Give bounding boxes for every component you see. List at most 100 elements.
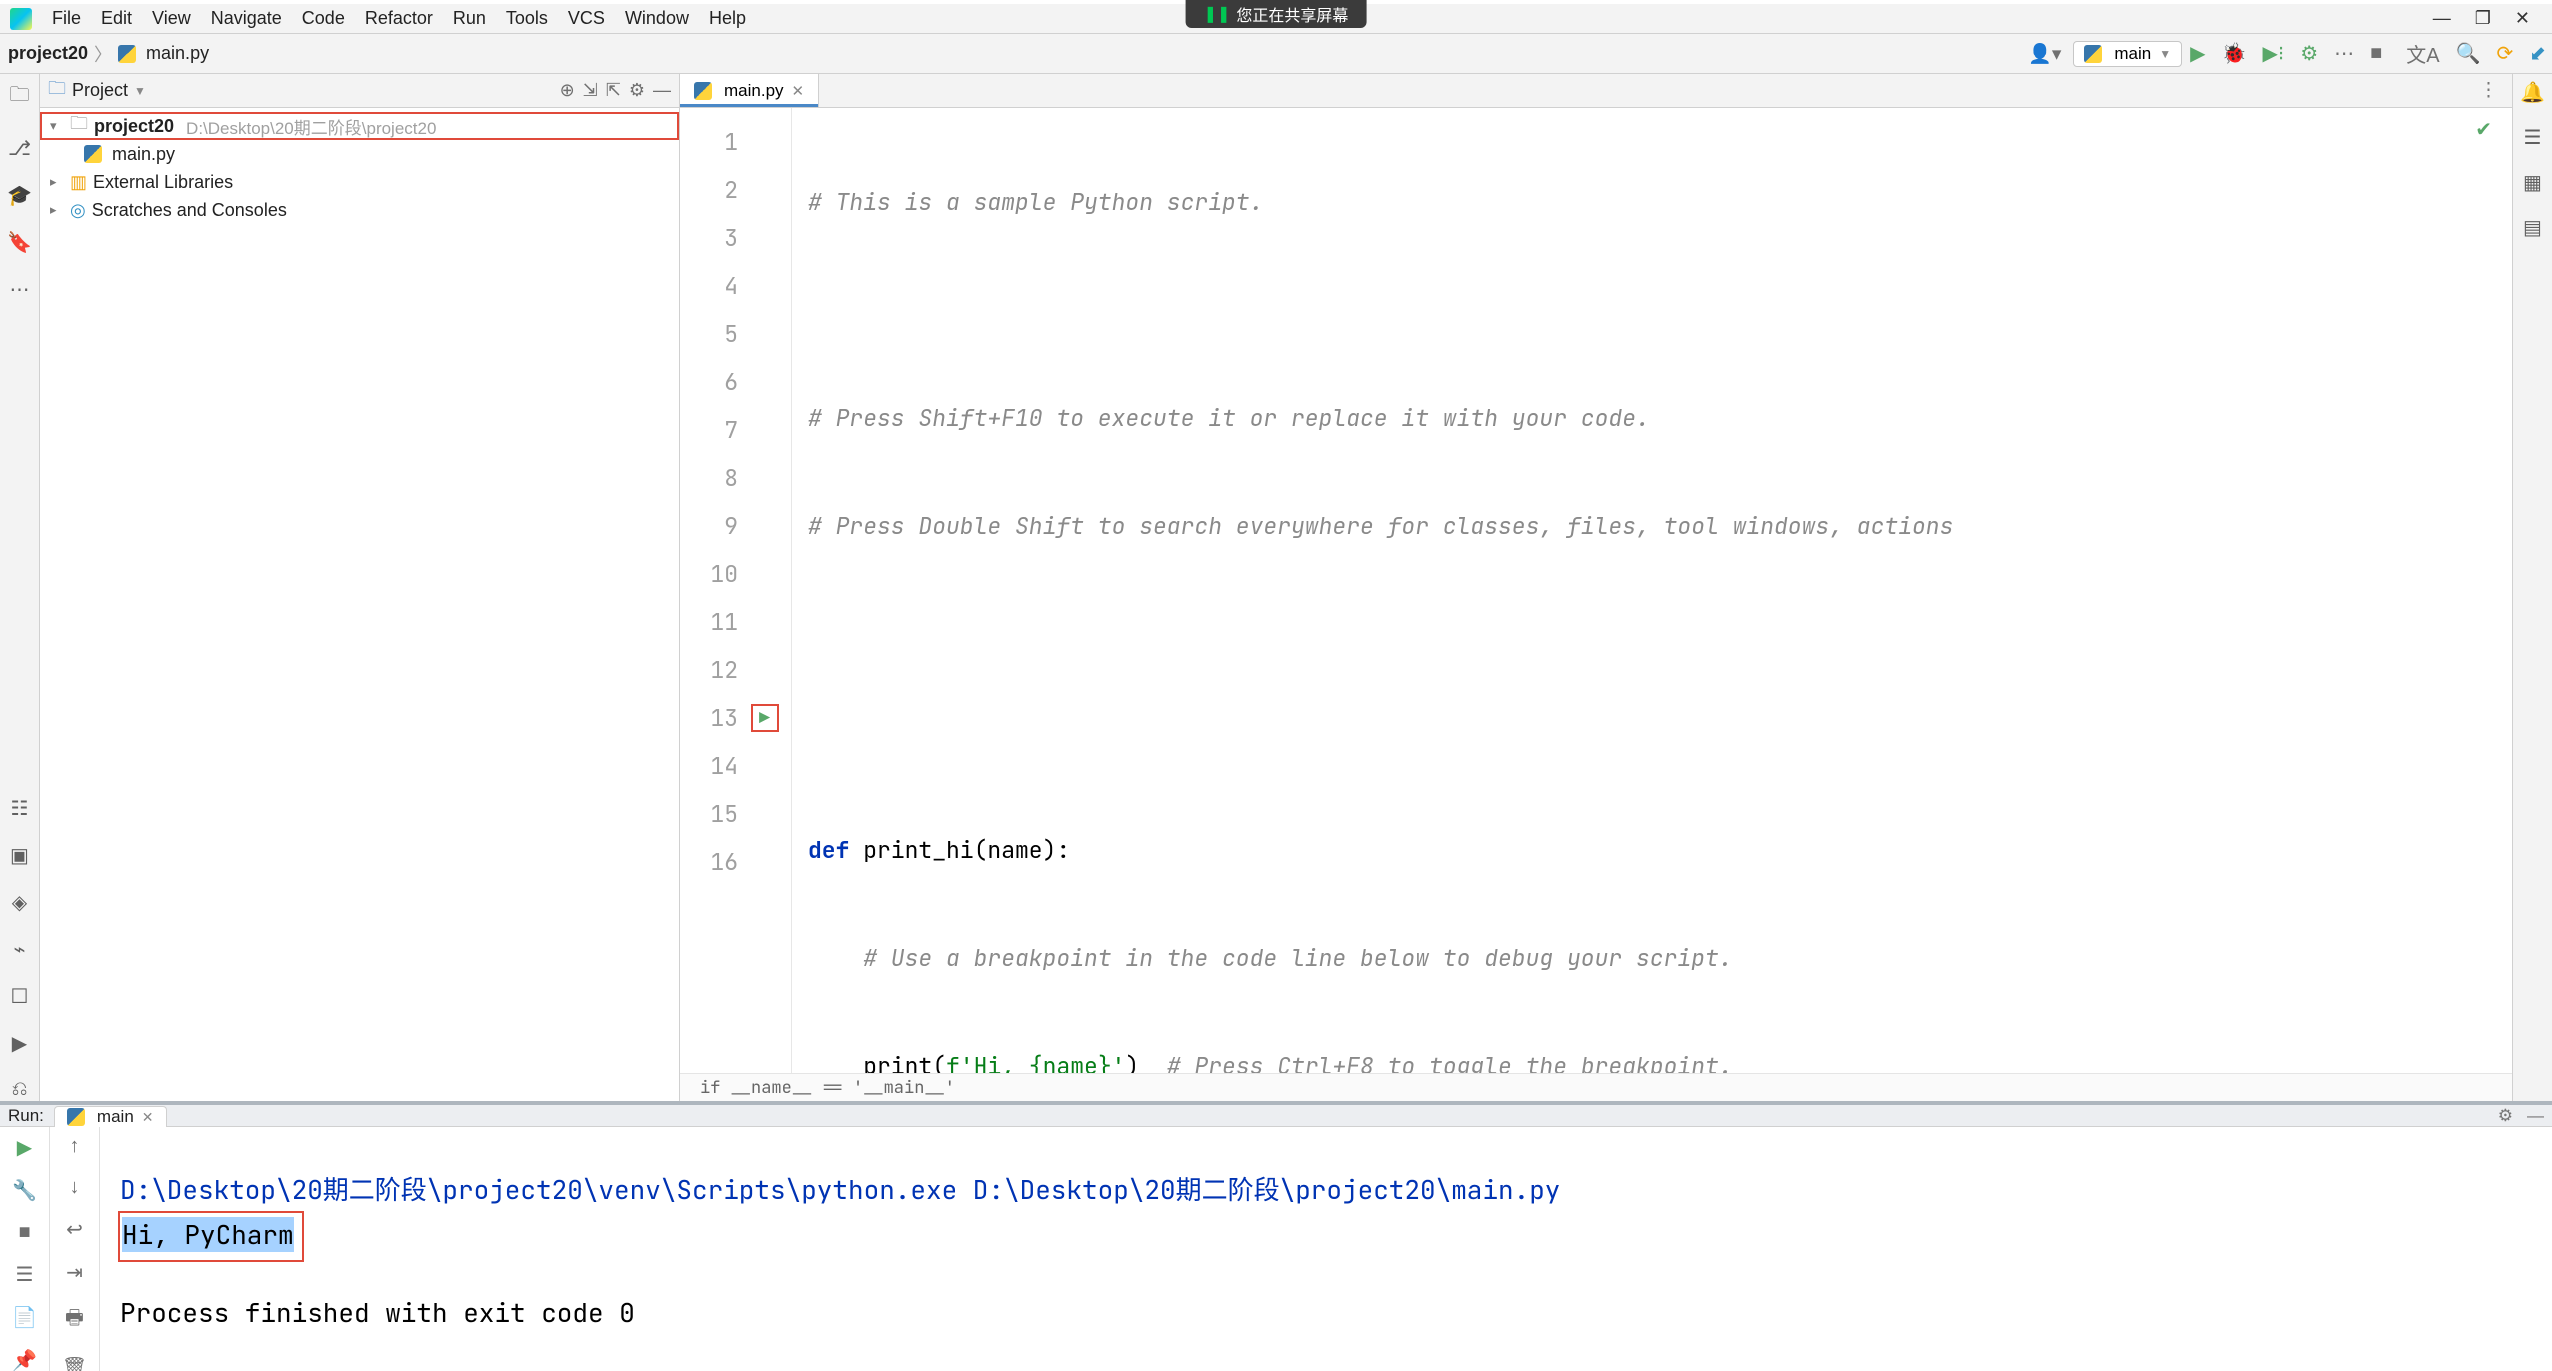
menu-navigate[interactable]: Navigate <box>201 5 292 32</box>
run-stripe-icon[interactable]: ▶ <box>12 1031 27 1056</box>
run-tab-main[interactable]: main ✕ <box>54 1106 167 1127</box>
close-run-tab-icon[interactable]: ✕ <box>142 1109 154 1126</box>
breadcrumb[interactable]: project20 〉 main.py <box>6 41 209 67</box>
coverage-icon[interactable]: ▶⁝ <box>2262 41 2284 66</box>
services-stripe-icon[interactable]: ◈ <box>12 890 27 915</box>
profile-icon[interactable]: ⚙︎ <box>2300 41 2318 66</box>
line-number[interactable]: 6 <box>680 358 748 406</box>
print-icon[interactable]: 🖶 <box>65 1303 84 1337</box>
translate-icon[interactable]: 文A <box>2406 39 2439 68</box>
expand-all-icon[interactable]: ⇲ <box>583 80 598 101</box>
python-console-stripe-icon[interactable]: ⌁ <box>13 937 25 962</box>
tab-more-icon[interactable]: ⋮ <box>2465 74 2512 107</box>
line-number-gutter[interactable]: 1 2 3 4 5 6 7 8 9 10 11 12 13 14 15 16 <box>680 108 748 1073</box>
line-number[interactable]: 13 <box>680 694 748 742</box>
clear-icon[interactable]: 🗑 <box>62 1355 87 1371</box>
menu-code[interactable]: Code <box>292 5 355 32</box>
line-number[interactable]: 7 <box>680 406 748 454</box>
commit-stripe-icon[interactable]: ⎇ <box>8 136 31 161</box>
line-number[interactable]: 4 <box>680 262 748 310</box>
maximize-button[interactable]: ❐ <box>2475 8 2491 29</box>
project-file-row[interactable]: main.py <box>40 140 679 168</box>
run-settings-icon[interactable]: ⚙ <box>2498 1106 2513 1126</box>
no-problems-icon[interactable]: ✔ <box>2475 116 2492 142</box>
scroll-down-icon[interactable]: ↓ <box>70 1176 80 1199</box>
line-number[interactable]: 8 <box>680 454 748 502</box>
menu-vcs[interactable]: VCS <box>558 5 615 32</box>
run-line-icon[interactable]: ▶ <box>751 704 779 732</box>
line-number[interactable]: 5 <box>680 310 748 358</box>
menu-window[interactable]: Window <box>615 5 699 32</box>
structure-stripe-icon[interactable]: 🎓 <box>7 183 32 208</box>
run-gutter[interactable]: ▶ <box>748 108 792 1073</box>
line-number[interactable]: 16 <box>680 838 748 886</box>
bookmarks-stripe-icon[interactable]: 🔖 <box>7 230 32 255</box>
search-icon[interactable]: 🔍 <box>2456 41 2481 66</box>
menu-run[interactable]: Run <box>443 5 496 32</box>
sync-icon[interactable]: ⟳ <box>2496 41 2513 66</box>
database-stripe-icon[interactable]: ☰ <box>2524 125 2542 150</box>
menu-refactor[interactable]: Refactor <box>355 5 443 32</box>
select-opened-file-icon[interactable]: ⊕ <box>560 80 575 101</box>
project-tree[interactable]: ▾ 🗀 project20 D:\Desktop\20期二阶段\project2… <box>40 108 679 228</box>
dump-icon[interactable]: 📄 <box>12 1305 37 1330</box>
run-config-selector[interactable]: main ▼ <box>2073 41 2182 67</box>
line-number[interactable]: 3 <box>680 214 748 262</box>
menu-view[interactable]: View <box>142 5 201 32</box>
project-tool-title[interactable]: 🗀 Project ▼ <box>48 76 146 106</box>
ai-stripe-icon[interactable]: ▤ <box>2523 215 2542 240</box>
collapse-all-icon[interactable]: ⇱ <box>606 80 621 101</box>
expand-icon[interactable]: ▸ <box>50 202 64 218</box>
pin-icon[interactable]: 📌 <box>12 1348 37 1371</box>
run-icon[interactable]: ▶ <box>2190 41 2205 66</box>
breadcrumb-project[interactable]: project20 <box>8 43 88 64</box>
more-stripe-icon[interactable]: ⋯ <box>10 277 30 302</box>
breadcrumb-file[interactable]: main.py <box>146 43 209 64</box>
line-number[interactable]: 9 <box>680 502 748 550</box>
soft-wrap-icon[interactable]: ↩ <box>66 1217 83 1242</box>
project-root-row[interactable]: ▾ 🗀 project20 D:\Desktop\20期二阶段\project2… <box>40 112 679 140</box>
hide-run-icon[interactable]: — <box>2527 1106 2544 1126</box>
scratches-row[interactable]: ▸ ◎ Scratches and Consoles <box>40 196 679 224</box>
add-config-icon[interactable]: 👤▾ <box>2028 42 2061 66</box>
line-number[interactable]: 10 <box>680 550 748 598</box>
line-number[interactable]: 12 <box>680 646 748 694</box>
close-tab-icon[interactable]: ✕ <box>792 82 805 100</box>
expand-icon[interactable]: ▸ <box>50 174 64 190</box>
run-settings2-icon[interactable]: 🔧 <box>12 1178 37 1203</box>
debug-icon[interactable]: 🐞 <box>2222 41 2247 66</box>
line-number[interactable]: 2 <box>680 166 748 214</box>
code-text[interactable]: # This is a sample Python script. # Pres… <box>792 108 2512 1073</box>
menu-tools[interactable]: Tools <box>496 5 558 32</box>
external-libraries-row[interactable]: ▸ ▥ External Libraries <box>40 168 679 196</box>
settings-icon[interactable]: ⚙ <box>629 80 645 101</box>
attach-icon[interactable]: ⋯ <box>2334 41 2354 66</box>
notifications-icon[interactable]: 🔔 <box>2520 80 2545 105</box>
stop-icon[interactable]: ■ <box>2370 42 2382 65</box>
expand-icon[interactable]: ▾ <box>50 118 64 134</box>
menu-help[interactable]: Help <box>699 5 756 32</box>
terminal-stripe-icon[interactable]: ▣ <box>10 843 29 868</box>
stop-run-icon[interactable]: ■ <box>18 1221 30 1244</box>
sciview-stripe-icon[interactable]: ▦ <box>2523 170 2542 195</box>
console-output[interactable]: D:\Desktop\20期二阶段\project20\venv\Scripts… <box>100 1127 2552 1371</box>
scroll-end-icon[interactable]: ⇥ <box>66 1260 83 1285</box>
scroll-up-icon[interactable]: ↑ <box>70 1135 80 1158</box>
minimize-button[interactable]: — <box>2433 8 2451 29</box>
line-number[interactable]: 11 <box>680 598 748 646</box>
line-number[interactable]: 15 <box>680 790 748 838</box>
line-number[interactable]: 1 <box>680 118 748 166</box>
update-icon[interactable]: ⬋ <box>2529 41 2546 66</box>
project-stripe-icon[interactable]: 🗀 <box>10 80 30 114</box>
editor-tab-main[interactable]: main.py ✕ <box>680 74 819 107</box>
menu-edit[interactable]: Edit <box>91 5 142 32</box>
vcs-stripe-icon[interactable]: ⎌ <box>12 1078 28 1101</box>
close-button[interactable]: ✕ <box>2515 8 2530 29</box>
hide-icon[interactable]: — <box>653 80 671 101</box>
menu-file[interactable]: File <box>42 5 91 32</box>
code-breadcrumb[interactable]: if __name__ == '__main__' <box>680 1073 2512 1101</box>
line-number[interactable]: 14 <box>680 742 748 790</box>
code-area[interactable]: ✔ 1 2 3 4 5 6 7 8 9 10 11 12 13 14 15 16 <box>680 108 2512 1073</box>
restart-icon[interactable]: ☰ <box>16 1262 34 1287</box>
rerun-icon[interactable]: ▶ <box>17 1135 32 1160</box>
